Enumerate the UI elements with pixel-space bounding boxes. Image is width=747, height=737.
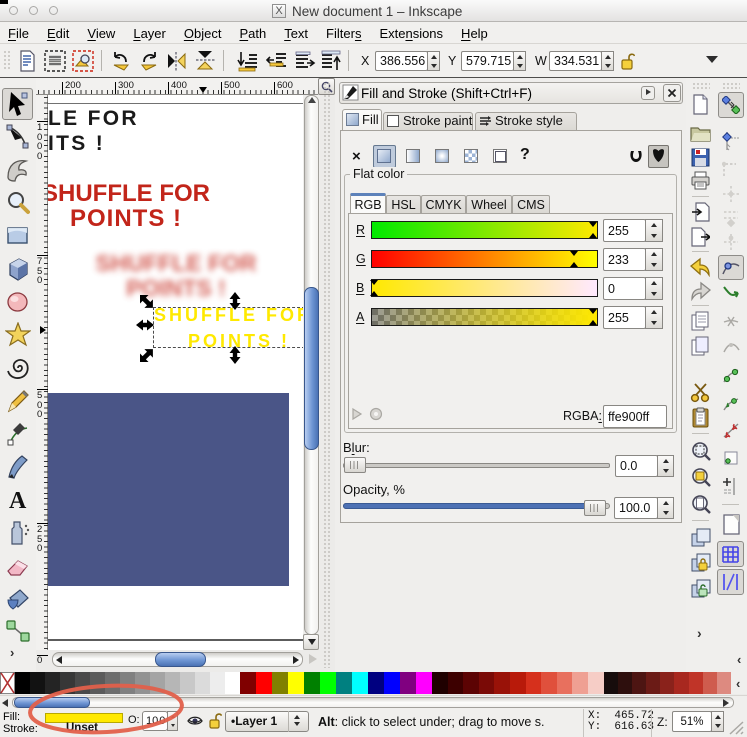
svg-text:A: A: [9, 488, 27, 513]
